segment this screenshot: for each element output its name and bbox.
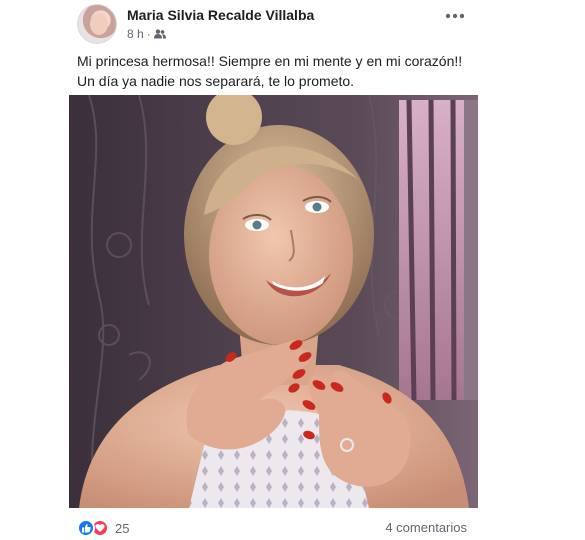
more-options-icon[interactable] (443, 6, 467, 26)
comments-link[interactable]: 4 comentarios (385, 520, 467, 535)
friends-icon[interactable] (153, 29, 166, 39)
avatar[interactable] (77, 4, 117, 44)
author-name[interactable]: Maria Silvia Recalde Villalba (127, 7, 314, 23)
like-icon (77, 519, 95, 537)
reactions-summary[interactable]: 25 (77, 518, 129, 538)
reaction-count: 25 (115, 520, 130, 536)
post-text: Mi princesa hermosa!! Siempre en mi ment… (77, 53, 463, 89)
post-photo[interactable] (69, 95, 478, 508)
post-header: Maria Silvia Recalde Villalba 8 h · (77, 4, 477, 46)
meta-separator: · (146, 27, 151, 41)
post-time[interactable]: 8 h (127, 27, 144, 41)
post-meta: 8 h · (127, 27, 166, 41)
